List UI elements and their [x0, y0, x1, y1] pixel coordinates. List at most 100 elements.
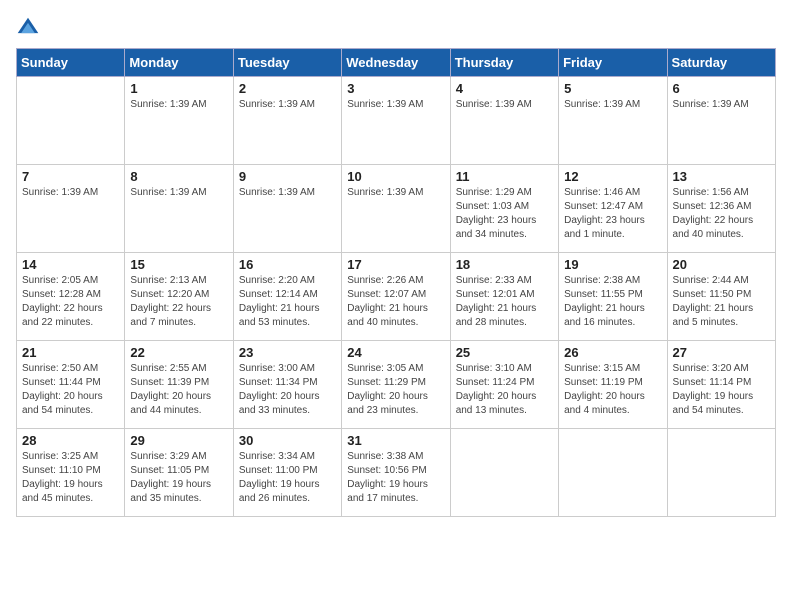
calendar-cell: 16 Sunrise: 2:20 AM Sunset: 12:14 AM Dayl…: [233, 253, 341, 341]
header-saturday: Saturday: [667, 49, 775, 77]
day-number: 21: [22, 345, 119, 360]
day-number: 19: [564, 257, 661, 272]
calendar-cell: 21 Sunrise: 2:50 AM Sunset: 11:44 PM Dayl…: [17, 341, 125, 429]
day-number: 28: [22, 433, 119, 448]
calendar-cell: 23 Sunrise: 3:00 AM Sunset: 11:34 PM Dayl…: [233, 341, 341, 429]
calendar-cell: 12Sunrise: 1:46 AM Sunset: 12:47 AM Dayl…: [559, 165, 667, 253]
day-info: Sunrise: 3:10 AM Sunset: 11:24 PM Daylig…: [456, 362, 553, 418]
week-row-2: 14Sunrise: 2:05 AM Sunset: 12:28 AM Dayl…: [17, 253, 776, 341]
calendar-cell: [17, 77, 125, 165]
day-info: Sunrise: 3:20 AM Sunset: 11:14 PM Daylig…: [673, 362, 770, 418]
header-thursday: Thursday: [450, 49, 558, 77]
day-number: 18: [456, 257, 553, 272]
day-info: Sunrise: 2:26 AM Sunset: 12:07 AM Daylig…: [347, 274, 444, 330]
calendar-cell: 11 Sunrise: 1:29 AM Sunset: 1:03 AM Dayli…: [450, 165, 558, 253]
day-number: 26: [564, 345, 661, 360]
calendar-cell: 17 Sunrise: 2:26 AM Sunset: 12:07 AM Dayl…: [342, 253, 450, 341]
day-info: Sunrise: 2:50 AM Sunset: 11:44 PM Daylig…: [22, 362, 119, 418]
day-number: 11: [456, 169, 553, 184]
day-info: Sunrise: 1:39 AM: [564, 98, 661, 112]
day-info: Sunrise: 3:25 AM Sunset: 11:10 PM Daylig…: [22, 450, 119, 506]
day-number: 17: [347, 257, 444, 272]
day-info: Sunrise: 2:20 AM Sunset: 12:14 AM Daylig…: [239, 274, 336, 330]
week-row-0: 1Sunrise: 1:39 AM2Sunrise: 1:39 AM3Sunri…: [17, 77, 776, 165]
day-info: Sunrise: 3:29 AM Sunset: 11:05 PM Daylig…: [130, 450, 227, 506]
day-info: Sunrise: 2:13 AM Sunset: 12:20 AM Daylig…: [130, 274, 227, 330]
header-wednesday: Wednesday: [342, 49, 450, 77]
calendar-cell: 24 Sunrise: 3:05 AM Sunset: 11:29 PM Dayl…: [342, 341, 450, 429]
calendar-cell: [667, 429, 775, 517]
day-info: Sunrise: 2:44 AM Sunset: 11:50 PM Daylig…: [673, 274, 770, 330]
day-number: 13: [673, 169, 770, 184]
day-number: 10: [347, 169, 444, 184]
week-row-1: 7Sunrise: 1:39 AM8Sunrise: 1:39 AM9Sunri…: [17, 165, 776, 253]
day-info: Sunrise: 1:29 AM Sunset: 1:03 AM Dayligh…: [456, 186, 553, 242]
day-info: Sunrise: 1:39 AM: [239, 98, 336, 112]
day-info: Sunrise: 3:15 AM Sunset: 11:19 PM Daylig…: [564, 362, 661, 418]
calendar-cell: 1 Sunrise: 1:39 AM: [125, 77, 233, 165]
day-info: Sunrise: 3:38 AM Sunset: 10:56 PM Daylig…: [347, 450, 444, 506]
day-info: Sunrise: 3:05 AM Sunset: 11:29 PM Daylig…: [347, 362, 444, 418]
day-number: 25: [456, 345, 553, 360]
calendar-cell: 9Sunrise: 1:39 AM: [233, 165, 341, 253]
day-number: 4: [456, 81, 553, 96]
day-info: Sunrise: 1:39 AM: [130, 186, 227, 200]
calendar-cell: 6Sunrise: 1:39 AM: [667, 77, 775, 165]
day-number: 3: [347, 81, 444, 96]
day-number: 15: [130, 257, 227, 272]
day-number: 14: [22, 257, 119, 272]
calendar-cell: 14Sunrise: 2:05 AM Sunset: 12:28 AM Dayl…: [17, 253, 125, 341]
calendar-cell: 8Sunrise: 1:39 AM: [125, 165, 233, 253]
week-row-3: 21 Sunrise: 2:50 AM Sunset: 11:44 PM Dayl…: [17, 341, 776, 429]
day-number: 24: [347, 345, 444, 360]
day-info: Sunrise: 3:00 AM Sunset: 11:34 PM Daylig…: [239, 362, 336, 418]
calendar-cell: 7 Sunrise: 1:39 AM: [17, 165, 125, 253]
calendar-cell: 4 Sunrise: 1:39 AM: [450, 77, 558, 165]
day-info: Sunrise: 1:46 AM Sunset: 12:47 AM Daylig…: [564, 186, 661, 242]
calendar-cell: 30 Sunrise: 3:34 AM Sunset: 11:00 PM Dayl…: [233, 429, 341, 517]
header: [16, 16, 776, 40]
week-row-4: 28 Sunrise: 3:25 AM Sunset: 11:10 PM Dayl…: [17, 429, 776, 517]
day-info: Sunrise: 1:39 AM: [347, 98, 444, 112]
calendar-cell: 28 Sunrise: 3:25 AM Sunset: 11:10 PM Dayl…: [17, 429, 125, 517]
calendar-cell: [559, 429, 667, 517]
header-sunday: Sunday: [17, 49, 125, 77]
day-number: 5: [564, 81, 661, 96]
day-number: 7: [22, 169, 119, 184]
header-tuesday: Tuesday: [233, 49, 341, 77]
day-info: Sunrise: 1:39 AM: [347, 186, 444, 200]
calendar-cell: 18 Sunrise: 2:33 AM Sunset: 12:01 AM Dayl…: [450, 253, 558, 341]
day-number: 22: [130, 345, 227, 360]
day-info: Sunrise: 2:33 AM Sunset: 12:01 AM Daylig…: [456, 274, 553, 330]
day-info: Sunrise: 3:34 AM Sunset: 11:00 PM Daylig…: [239, 450, 336, 506]
day-number: 30: [239, 433, 336, 448]
day-info: Sunrise: 1:39 AM: [239, 186, 336, 200]
logo-icon: [16, 16, 40, 40]
day-number: 20: [673, 257, 770, 272]
calendar-header-row: SundayMondayTuesdayWednesdayThursdayFrid…: [17, 49, 776, 77]
calendar-cell: 20 Sunrise: 2:44 AM Sunset: 11:50 PM Dayl…: [667, 253, 775, 341]
day-number: 16: [239, 257, 336, 272]
day-number: 29: [130, 433, 227, 448]
header-monday: Monday: [125, 49, 233, 77]
day-number: 27: [673, 345, 770, 360]
calendar-cell: 2Sunrise: 1:39 AM: [233, 77, 341, 165]
calendar-cell: 3 Sunrise: 1:39 AM: [342, 77, 450, 165]
day-info: Sunrise: 1:39 AM: [22, 186, 119, 200]
day-number: 31: [347, 433, 444, 448]
calendar-cell: 22Sunrise: 2:55 AM Sunset: 11:39 PM Dayl…: [125, 341, 233, 429]
calendar-cell: 26 Sunrise: 3:15 AM Sunset: 11:19 PM Dayl…: [559, 341, 667, 429]
day-info: Sunrise: 1:39 AM: [130, 98, 227, 112]
day-number: 1: [130, 81, 227, 96]
day-number: 23: [239, 345, 336, 360]
logo: [16, 16, 44, 40]
calendar-cell: 13 Sunrise: 1:56 AM Sunset: 12:36 AM Dayl…: [667, 165, 775, 253]
calendar-table: SundayMondayTuesdayWednesdayThursdayFrid…: [16, 48, 776, 517]
calendar-cell: 31 Sunrise: 3:38 AM Sunset: 10:56 PM Dayl…: [342, 429, 450, 517]
calendar-cell: 27 Sunrise: 3:20 AM Sunset: 11:14 PM Dayl…: [667, 341, 775, 429]
day-number: 6: [673, 81, 770, 96]
day-info: Sunrise: 1:56 AM Sunset: 12:36 AM Daylig…: [673, 186, 770, 242]
calendar-cell: 29 Sunrise: 3:29 AM Sunset: 11:05 PM Dayl…: [125, 429, 233, 517]
day-info: Sunrise: 1:39 AM: [456, 98, 553, 112]
calendar-cell: 19Sunrise: 2:38 AM Sunset: 11:55 PM Dayl…: [559, 253, 667, 341]
